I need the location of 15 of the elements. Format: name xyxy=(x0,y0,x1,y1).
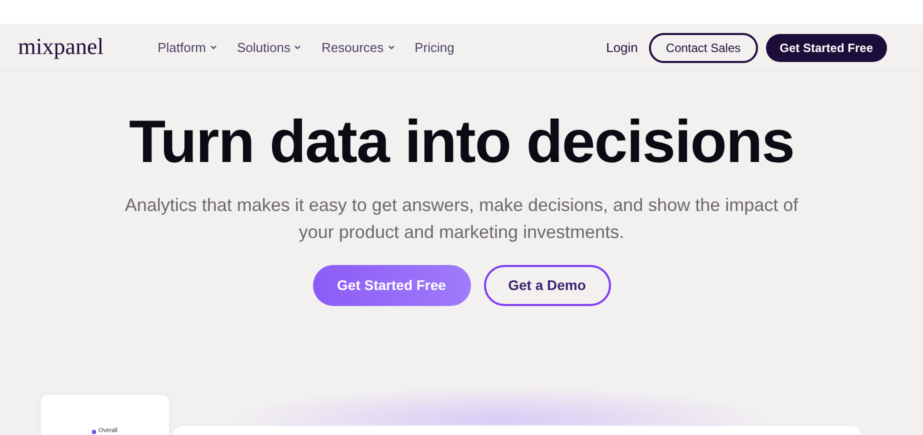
hero-subtitle: Analytics that makes it easy to get answers, make decisions, and show the impact of your product and marketing investments. xyxy=(124,194,800,244)
get-started-button[interactable]: Get Started Free xyxy=(312,265,470,306)
nav-link[interactable]: Pricing xyxy=(414,38,454,58)
nav-link[interactable]: Platform xyxy=(158,38,217,58)
get-started-button[interactable]: Get Started Free xyxy=(766,34,887,62)
demo-button[interactable]: Get a Demo xyxy=(484,265,610,306)
nav-link[interactable]: Solutions xyxy=(237,38,302,58)
nav-link[interactable]: Resources xyxy=(321,38,395,58)
chevron-icon xyxy=(294,45,302,50)
hero-title: Turn data into decisions xyxy=(129,107,794,177)
chevron-icon xyxy=(210,45,217,50)
login-link[interactable]: Login xyxy=(606,38,638,58)
contact-sales-button[interactable]: Contact Sales xyxy=(648,32,758,62)
logo[interactable]: mixpanel xyxy=(18,30,104,65)
chevron-icon xyxy=(388,45,395,50)
